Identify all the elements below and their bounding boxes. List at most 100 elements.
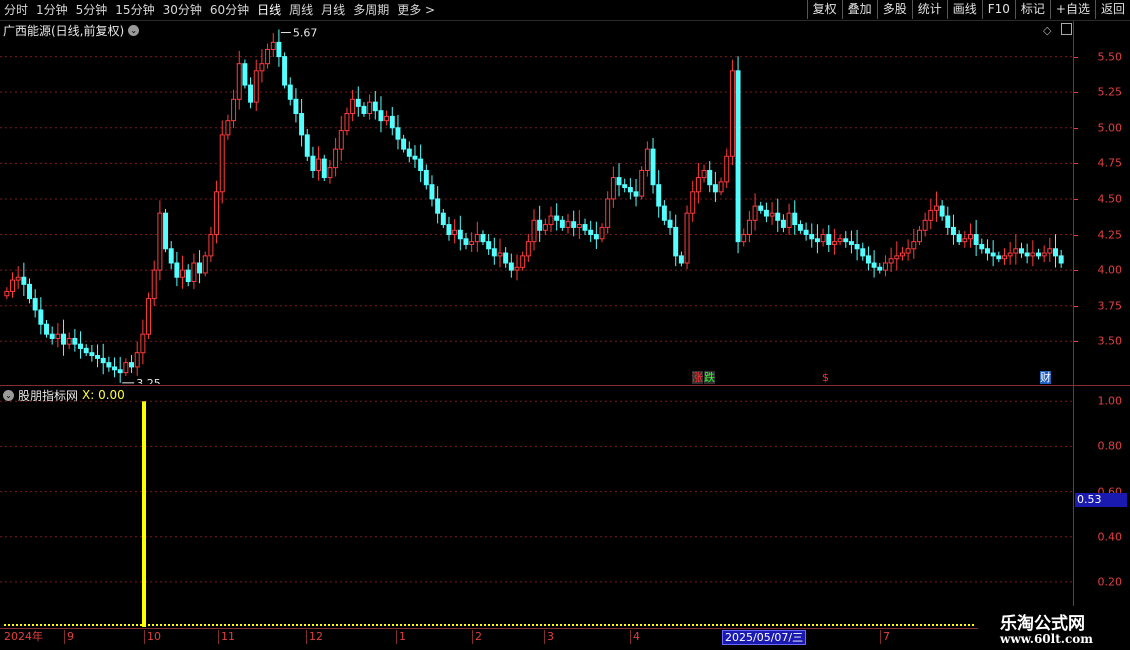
candle bbox=[945, 215, 951, 228]
baseline-dot bbox=[960, 624, 962, 626]
baseline-dot bbox=[616, 624, 618, 626]
toolbar-button-3[interactable]: 统计 bbox=[911, 0, 947, 19]
baseline-dot bbox=[108, 624, 110, 626]
baseline-dot bbox=[872, 624, 874, 626]
candle bbox=[503, 252, 509, 264]
baseline-dot bbox=[168, 624, 170, 626]
period-tab-2[interactable]: 5分钟 bbox=[72, 0, 112, 20]
candle bbox=[667, 219, 673, 228]
baseline-dot bbox=[304, 624, 306, 626]
baseline-dot bbox=[124, 624, 126, 626]
event-marker[interactable]: 财 bbox=[1040, 371, 1051, 384]
candle bbox=[372, 101, 378, 112]
brand-name: 乐淘公式网 bbox=[1000, 614, 1085, 634]
baseline-dot bbox=[828, 624, 830, 626]
period-tab-7[interactable]: 周线 bbox=[285, 0, 317, 20]
candle bbox=[639, 169, 645, 197]
event-marker[interactable]: 涨 bbox=[692, 371, 703, 384]
indicator-chart[interactable] bbox=[0, 390, 1074, 627]
baseline-dot bbox=[812, 624, 814, 626]
toolbar-button-8[interactable]: 返回 bbox=[1094, 0, 1130, 19]
price-axis: 5.50 5.25 5.00 4.75 4.50 4.25 4.00 3.75 3.50 bbox=[1074, 21, 1130, 384]
baseline-dot bbox=[864, 624, 866, 626]
candle bbox=[321, 158, 327, 179]
baseline-dot bbox=[852, 624, 854, 626]
candlestick-chart[interactable]: 5.67 3.25 bbox=[0, 21, 1074, 384]
candle bbox=[967, 234, 973, 240]
baseline-dot bbox=[516, 624, 518, 626]
baseline-dot bbox=[796, 624, 798, 626]
candle bbox=[571, 221, 577, 228]
baseline-dot bbox=[896, 624, 898, 626]
indicator-tick: 0.80 bbox=[1097, 439, 1123, 453]
candle bbox=[542, 224, 548, 231]
baseline-dot bbox=[484, 624, 486, 626]
candle bbox=[418, 158, 424, 171]
period-tab-5[interactable]: 60分钟 bbox=[206, 0, 253, 20]
baseline-dot bbox=[844, 624, 846, 626]
date-tick: 12 bbox=[306, 630, 323, 644]
toolbar-button-0[interactable]: 复权 bbox=[806, 0, 842, 19]
baseline-dot bbox=[232, 624, 234, 626]
baseline-dot bbox=[52, 624, 54, 626]
period-tab-4[interactable]: 30分钟 bbox=[159, 0, 206, 20]
baseline-dot bbox=[216, 624, 218, 626]
candle bbox=[486, 241, 492, 250]
period-tab-8[interactable]: 月线 bbox=[317, 0, 349, 20]
candle bbox=[310, 155, 316, 171]
candle bbox=[633, 191, 639, 197]
candle bbox=[1019, 248, 1024, 254]
candle bbox=[401, 138, 407, 150]
baseline-dot bbox=[548, 624, 550, 626]
price-tick: 5.50 bbox=[1097, 50, 1123, 64]
baseline-dot bbox=[460, 624, 462, 626]
candle bbox=[792, 212, 798, 226]
baseline-dot bbox=[164, 624, 166, 626]
candle bbox=[996, 255, 1002, 260]
period-tabs: 分时 1分钟 5分钟 15分钟 30分钟 60分钟 日线 周线 月线 多周期 更多 > bbox=[0, 0, 439, 20]
event-marker[interactable]: 跌 bbox=[704, 371, 715, 384]
baseline-dot bbox=[64, 624, 66, 626]
candle bbox=[599, 226, 605, 240]
baseline-dot bbox=[476, 624, 478, 626]
price-tick: 4.50 bbox=[1097, 192, 1123, 206]
toolbar-button-2[interactable]: 多股 bbox=[876, 0, 912, 19]
baseline-dot bbox=[564, 624, 566, 626]
baseline-dot bbox=[588, 624, 590, 626]
baseline-dot bbox=[128, 624, 130, 626]
candle bbox=[202, 255, 208, 274]
toolbar-button-1[interactable]: 叠加 bbox=[841, 0, 877, 19]
baseline-dot bbox=[140, 624, 142, 626]
baseline-dot bbox=[560, 624, 562, 626]
period-tab-0[interactable]: 分时 bbox=[0, 0, 32, 20]
date-tick: 11 bbox=[218, 630, 235, 644]
candle bbox=[457, 229, 463, 240]
period-tab-10[interactable]: 更多 > bbox=[393, 0, 439, 20]
baseline-dot bbox=[700, 624, 702, 626]
baseline-dot bbox=[284, 624, 286, 626]
period-tab-3[interactable]: 15分钟 bbox=[111, 0, 158, 20]
date-tick: 2 bbox=[472, 630, 482, 644]
candle bbox=[423, 169, 429, 186]
baseline-dot bbox=[224, 624, 226, 626]
baseline-dot bbox=[428, 624, 430, 626]
event-marker[interactable]: $ bbox=[822, 371, 829, 384]
baseline-dot bbox=[496, 624, 498, 626]
period-tab-6[interactable]: 日线 bbox=[253, 0, 285, 20]
period-tab-1[interactable]: 1分钟 bbox=[32, 0, 72, 20]
candle bbox=[984, 248, 990, 254]
baseline-dot bbox=[888, 624, 890, 626]
toolbar-button-5[interactable]: F10 bbox=[981, 0, 1015, 19]
candle bbox=[406, 148, 412, 157]
candle bbox=[1058, 255, 1064, 264]
baseline-dot bbox=[368, 624, 370, 626]
toolbar-button-7[interactable]: +自选 bbox=[1049, 0, 1095, 19]
price-tick-mark bbox=[1074, 341, 1078, 343]
baseline-dot bbox=[372, 624, 374, 626]
baseline-dot bbox=[16, 624, 18, 626]
candle bbox=[253, 70, 259, 103]
baseline-dot bbox=[612, 624, 614, 626]
toolbar-button-6[interactable]: 标记 bbox=[1014, 0, 1050, 19]
period-tab-9[interactable]: 多周期 bbox=[349, 0, 393, 20]
toolbar-button-4[interactable]: 画线 bbox=[946, 0, 982, 19]
